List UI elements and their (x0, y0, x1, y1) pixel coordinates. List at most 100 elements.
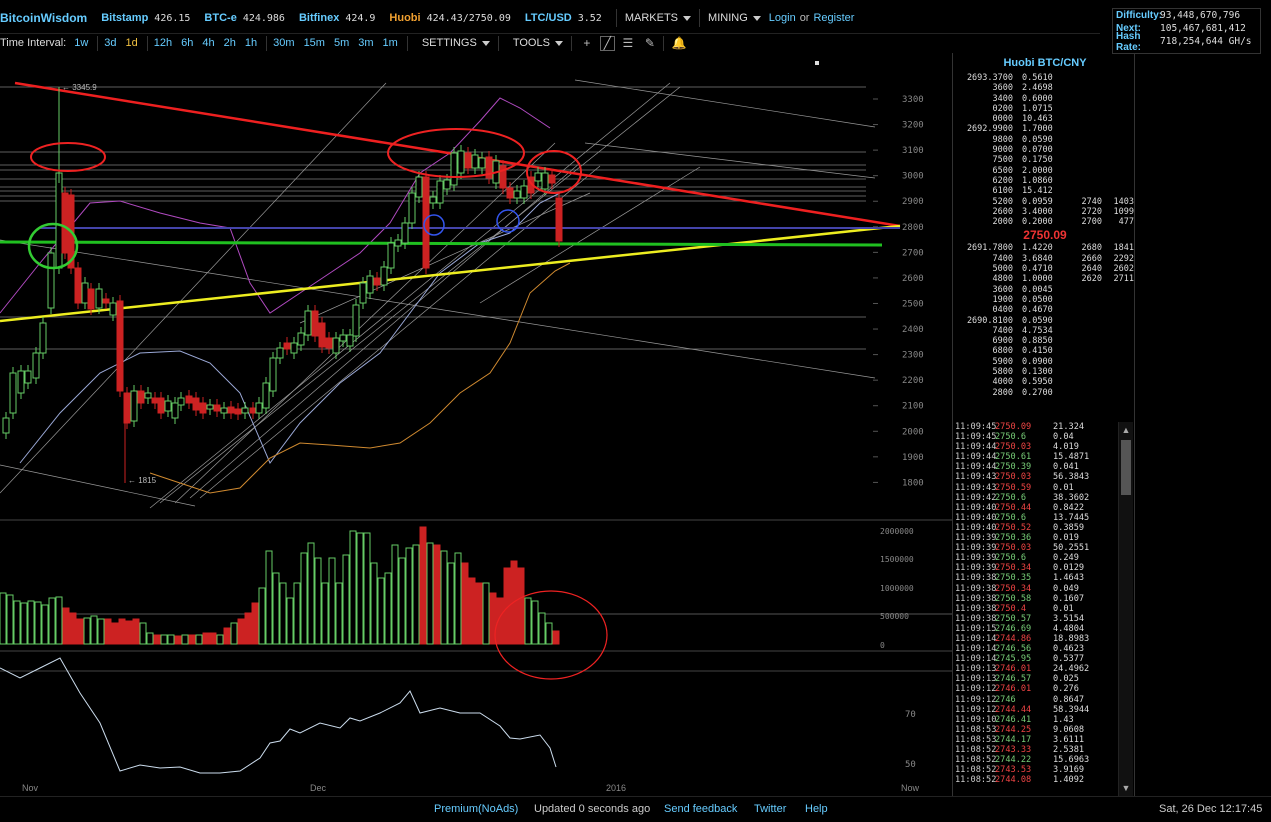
orderbook-asks: 2693.3700 0.5610 3600 2.4698 3400 0.6000 0200 1… (955, 73, 1135, 227)
scroll-down-icon[interactable]: ▼ (1121, 782, 1131, 794)
interval-3m[interactable]: 3m (358, 37, 373, 49)
orderbook-row: 7400 3.6840 2660 2292 (955, 254, 1135, 264)
volume-bar (20, 602, 28, 645)
feedback-link[interactable]: Send feedback (664, 803, 737, 815)
trade-time: 11:09:39 (955, 553, 997, 564)
interval-1w[interactable]: 1w (74, 37, 88, 49)
exchange-btce[interactable]: BTC-e (204, 12, 236, 24)
price-bitfinex: 424.9 (345, 12, 376, 24)
orderbook-bids: 2691.7800 1.4220 2680 1841 7400 3.6840 2660 229… (955, 243, 1135, 397)
depth-amount-cell (1102, 166, 1134, 176)
amount-cell: 0.1750 (1022, 155, 1053, 166)
volume-bar (426, 542, 434, 645)
volume-bar (384, 572, 392, 645)
orderbook-row: 3400 0.6000 (955, 94, 1135, 104)
settings-menu[interactable]: SETTINGS (414, 34, 498, 52)
amount-cell: 0.6000 (1022, 93, 1053, 104)
orderbook-row: 7500 0.1750 (955, 155, 1135, 165)
exchange-ltcusd[interactable]: LTC/USD (525, 12, 572, 24)
interval-12h[interactable]: 12h (154, 37, 172, 49)
trade-time: 11:09:38 (955, 593, 997, 604)
volume-bar (237, 618, 245, 645)
orderbook-title[interactable]: Huobi BTC/CNY (955, 57, 1135, 73)
register-link[interactable]: Register (813, 12, 854, 24)
interval-30m[interactable]: 30m (273, 37, 294, 49)
trade-amount: 0.1607 (1053, 593, 1085, 604)
interval-4h[interactable]: 4h (202, 37, 214, 49)
trades-scrollbar[interactable]: ▲ ▼ (1118, 422, 1133, 796)
amount-cell: 0.0045 (1022, 284, 1053, 295)
depth-price-cell (1072, 155, 1102, 165)
premium-link[interactable]: Premium(NoAds) (434, 803, 518, 815)
price-cell: 6200 (992, 175, 1013, 186)
orderbook-row: 6200 1.0860 (955, 176, 1135, 186)
draw-icon[interactable]: ✎ (641, 35, 659, 51)
mining-menu[interactable]: MINING (699, 9, 769, 27)
interval-1h[interactable]: 1h (245, 37, 257, 49)
indicator-tick-label: 70 (905, 710, 916, 720)
depth-amount-cell (1102, 145, 1134, 155)
trade-time: 11:09:10 (955, 714, 997, 725)
exchange-bitfinex[interactable]: Bitfinex (299, 12, 339, 24)
orderbook-row: 9800 0.0590 (955, 135, 1135, 145)
orderbook-row: 5800 0.1300 (955, 367, 1135, 377)
depth-price-cell (1072, 135, 1102, 145)
trade-amount: 2.5381 (1053, 745, 1085, 755)
candle-body (276, 347, 284, 359)
help-link[interactable]: Help (805, 803, 828, 815)
candle-body (164, 400, 172, 412)
exchange-bitstamp[interactable]: Bitstamp (101, 12, 148, 24)
volume-bar (202, 632, 210, 645)
scroll-up-icon[interactable]: ▲ (1121, 424, 1131, 436)
orderbook-row: 5000 0.4710 2640 2602 (955, 264, 1135, 274)
tools-menu[interactable]: TOOLS (505, 34, 571, 52)
trade-amount: 4.019 (1053, 442, 1079, 453)
candle-body (95, 288, 103, 309)
scroll-thumb[interactable] (1121, 440, 1131, 495)
volume-bar (41, 604, 49, 645)
fib-icon[interactable]: ☰ (619, 35, 637, 51)
exchange-huobi[interactable]: Huobi (389, 12, 420, 24)
price-cell: 5000 (992, 264, 1013, 275)
bell-icon[interactable]: 🔔 (670, 35, 688, 51)
depth-amount-cell: 1099 (1113, 206, 1134, 217)
candle-body (346, 334, 354, 347)
trade-time: 11:09:13 (955, 674, 997, 685)
volume-tick-label: 500000 (880, 612, 909, 621)
price-chart[interactable]: ← 3345.9 ← 1815 3300 3200 3100 3000 2900 2800 2… (0, 53, 955, 796)
interval-15m[interactable]: 15m (304, 37, 325, 49)
trade-price: 2750.59 (995, 482, 1032, 493)
settings-menu-label: SETTINGS (421, 37, 477, 49)
price-cell: 5800 (992, 367, 1013, 378)
or-text: or (799, 12, 810, 24)
volume-bar (440, 550, 448, 645)
interval-1d[interactable]: 1d (126, 37, 138, 49)
price-cell: 7500 (992, 155, 1013, 166)
candle-body (555, 197, 563, 242)
volume-tick-label: 0 (880, 641, 885, 650)
plus-icon[interactable]: + (578, 35, 596, 51)
yellow-support-line (0, 224, 901, 323)
depth-price-cell (1072, 145, 1102, 155)
login-link[interactable]: Login (769, 12, 796, 24)
candle-body (478, 157, 486, 169)
candle-body (304, 310, 312, 336)
interval-3d[interactable]: 3d (104, 37, 116, 49)
twitter-link[interactable]: Twitter (754, 803, 786, 815)
depth-amount-cell (1102, 83, 1134, 93)
markets-menu[interactable]: MARKETS (615, 9, 699, 27)
trade-amount: 0.019 (1053, 533, 1079, 544)
trade-price: 2746.57 (995, 674, 1032, 685)
candle-body (213, 404, 221, 412)
interval-2h[interactable]: 2h (224, 37, 236, 49)
interval-5m[interactable]: 5m (334, 37, 349, 49)
interval-1m[interactable]: 1m (383, 37, 398, 49)
orderbook-row: 1900 0.0500 (955, 295, 1135, 305)
logo[interactable]: BitcoinWisdom (0, 11, 87, 25)
trade-row: 11:09:13 2746.57 0.025 (955, 674, 1118, 684)
line-tool-icon[interactable]: ╱ (599, 35, 615, 51)
candle-body (102, 298, 110, 304)
price-cell: 9800 (992, 134, 1013, 145)
interval-6h[interactable]: 6h (181, 37, 193, 49)
candle-body (116, 300, 124, 392)
